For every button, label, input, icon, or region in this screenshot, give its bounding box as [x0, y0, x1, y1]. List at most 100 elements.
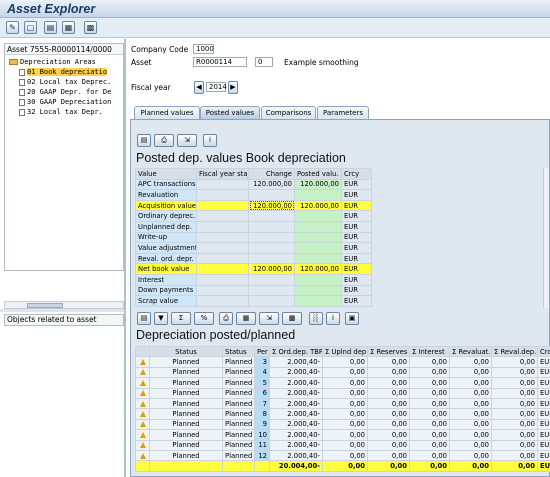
table-row[interactable]: Ordinary deprec. EUR — [135, 210, 372, 222]
change-cell[interactable] — [248, 242, 295, 254]
col-change[interactable]: Change — [248, 168, 295, 180]
table-row[interactable]: Unplanned dep. EUR — [135, 220, 372, 233]
display-change-icon[interactable]: ✎ — [6, 21, 19, 34]
tab-posted-values[interactable]: Posted values — [200, 106, 260, 119]
warning-icon — [139, 379, 146, 386]
tree-item[interactable]: 01 Book depreciatio — [5, 67, 123, 77]
filter-icon[interactable]: ▼ — [154, 312, 168, 325]
table-row[interactable]: Planned Planned 11 2.000,40- 0,00 0,00 0,00 0,0… — [135, 439, 550, 451]
info-icon[interactable]: i — [326, 312, 340, 325]
posted-table-scrollbar[interactable] — [543, 168, 549, 308]
export-icon[interactable]: ⇲ — [259, 312, 279, 325]
table-row[interactable]: Planned Planned 5 2.000,40- 0,00 0,00 0,00 0,00… — [135, 377, 550, 389]
col-reserves[interactable]: Σ Reserves — [367, 345, 410, 358]
graphic-icon[interactable]: ▩ — [84, 21, 97, 34]
interest-cell: 0,00 — [409, 356, 450, 368]
details-icon[interactable]: ▤ — [137, 134, 151, 147]
table-row[interactable]: Net book value 120.000,00 120.000,00 EUR — [135, 263, 372, 275]
change-cell[interactable] — [248, 189, 295, 201]
col-value[interactable]: Value — [135, 168, 197, 180]
col-currency[interactable]: Crcy — [537, 345, 550, 358]
col-revaluation[interactable]: Σ Revaluat. — [449, 345, 492, 358]
asset-subnumber-field[interactable]: 0 — [255, 57, 273, 67]
table-row[interactable]: APC transactions 120.000,00 120.000,00 EUR — [135, 178, 372, 191]
interest-cell: 0,00 — [409, 418, 450, 431]
asset-master-icon[interactable]: ▢ — [24, 21, 37, 34]
col-status[interactable]: Status — [149, 345, 223, 358]
tab-planned-values[interactable]: Planned values — [134, 106, 200, 119]
tab-parameters[interactable]: Parameters — [317, 106, 369, 119]
tree-item[interactable]: 30 GAAP Depreciation — [5, 97, 123, 107]
table-row[interactable]: Planned Planned 3 2.000,40- 0,00 0,00 0,00 0,00… — [135, 356, 550, 368]
previous-year-button[interactable]: ◀ — [194, 81, 204, 94]
horizontal-scrollbar[interactable] — [4, 301, 124, 309]
col-ord-dep[interactable]: Σ Ord.dep. TBP — [269, 345, 323, 358]
next-year-button[interactable]: ▶ — [228, 81, 238, 94]
status-cell: Planned — [149, 387, 223, 399]
change-cell[interactable] — [248, 210, 295, 222]
table-row[interactable]: Planned Planned 6 2.000,40- 0,00 0,00 0,00 0,00… — [135, 387, 550, 399]
tree-item[interactable]: 02 Local tax Deprec. — [5, 77, 123, 87]
table-row[interactable]: Value adjustment EUR — [135, 242, 372, 254]
col-fiscal-year-start[interactable]: Fiscal year sta_ — [196, 168, 249, 180]
ord-dep-cell: 2.000,40- — [269, 356, 323, 368]
change-cell[interactable]: 120.000,00 — [248, 178, 295, 191]
company-code-field[interactable]: 1000 — [193, 44, 214, 54]
tree-item[interactable]: 20 GAAP Depr. for De — [5, 87, 123, 97]
export-icon[interactable]: ⇲ — [177, 134, 197, 147]
sum-icon[interactable]: Σ — [171, 312, 191, 325]
col-currency[interactable]: Crcy — [341, 168, 372, 180]
table-row[interactable]: Planned Planned 12 2.000,40- 0,00 0,00 0,00 0,0… — [135, 449, 550, 462]
chart-icon[interactable]: ░ — [309, 312, 323, 325]
table-row[interactable]: Planned Planned 8 2.000,40- 0,00 0,00 0,00 0,00… — [135, 408, 550, 420]
table-row[interactable]: Planned Planned 10 2.000,40- 0,00 0,00 0,00 0,0… — [135, 429, 550, 441]
change-cell[interactable] — [248, 252, 295, 265]
tree-label: Depreciation Areas — [20, 58, 96, 66]
table-row[interactable]: Scrap value EUR — [135, 295, 372, 307]
splitter[interactable] — [0, 309, 124, 312]
print-icon[interactable]: ⎙ — [219, 312, 233, 325]
table-row[interactable]: Planned Planned 7 2.000,40- 0,00 0,00 0,00 0,00… — [135, 397, 550, 410]
change-cell[interactable] — [248, 273, 295, 286]
change-cell[interactable] — [248, 295, 295, 307]
col-unplanned-dep[interactable]: Σ Uplnd dep. — [322, 345, 368, 358]
col-posted-value[interactable]: Posted valu. — [294, 168, 342, 180]
change-cell[interactable] — [248, 231, 295, 244]
col-reval-dep[interactable]: Σ Reval.dep. — [491, 345, 538, 358]
table-row[interactable]: Down payments EUR — [135, 284, 372, 297]
table-row[interactable]: Planned Planned 4 2.000,40- 0,00 0,00 0,00 0,00… — [135, 366, 550, 379]
table-row[interactable]: Revaluation EUR — [135, 189, 372, 201]
posted-cell — [294, 242, 342, 254]
table-row[interactable]: Interest EUR — [135, 273, 372, 286]
table-row[interactable]: Reval. ord. depr. EUR — [135, 252, 372, 265]
simulate-icon[interactable]: ▣ — [345, 312, 359, 325]
change-cell[interactable]: 120.000,00 — [248, 199, 295, 212]
layout-icon[interactable]: ▩ — [282, 312, 302, 325]
col-status2[interactable]: Status — [222, 345, 255, 358]
col-icon[interactable] — [135, 345, 150, 358]
application-toolbar: ✎ ▢ ▤ ▦ ▩ — [0, 18, 550, 38]
scroll-thumb[interactable] — [27, 303, 63, 308]
change-cell[interactable] — [248, 284, 295, 297]
subtotal-icon[interactable]: % — [194, 312, 214, 325]
print-icon[interactable]: ⎙ — [154, 134, 174, 147]
view-icon[interactable]: ▦ — [236, 312, 256, 325]
tree-item[interactable]: 32 Local tax Depr. — [5, 107, 123, 117]
col-interest[interactable]: Σ Interest — [409, 345, 450, 358]
col-period[interactable]: Per — [254, 345, 270, 358]
change-cell[interactable]: 120.000,00 — [248, 263, 295, 275]
table-row[interactable]: Write-up EUR — [135, 231, 372, 244]
fiscal-year-cell — [196, 220, 249, 233]
change-cell[interactable] — [248, 220, 295, 233]
overview-icon[interactable]: ▦ — [62, 21, 75, 34]
tab-comparisons[interactable]: Comparisons — [261, 106, 316, 119]
table-row[interactable]: Acquisition value 120.000,00 120.000,00 EUR — [135, 199, 372, 212]
table-row[interactable]: Planned Planned 9 2.000,40- 0,00 0,00 0,00 0,00… — [135, 418, 550, 431]
reserves-cell: 0,00 — [367, 377, 410, 389]
info-icon[interactable]: i — [203, 134, 217, 147]
asset-number-field[interactable]: R0000114 — [193, 57, 247, 67]
details-icon[interactable]: ▤ — [137, 312, 151, 325]
document-icon[interactable]: ▤ — [44, 21, 57, 34]
fiscal-year-field[interactable]: 2014 — [206, 82, 227, 92]
tree-folder[interactable]: Depreciation Areas — [5, 57, 123, 67]
